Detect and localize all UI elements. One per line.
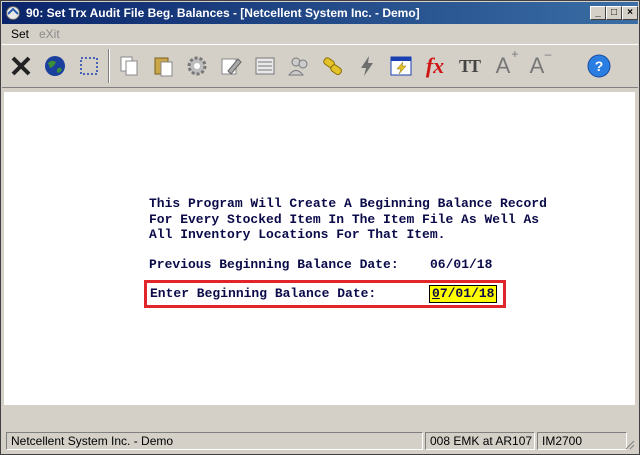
function-fx-button[interactable]: fx [420,49,450,83]
font-increase-icon: A + [495,47,519,78]
edit-button[interactable] [216,49,246,83]
application-window: 90: Set Trx Audit File Beg. Balances - [… [0,0,640,455]
program-content-area: This Program Will Create A Beginning Bal… [4,92,635,405]
font-decrease-button[interactable]: A – [522,47,552,83]
svg-text:?: ? [595,58,604,74]
copy-button[interactable] [114,49,144,83]
notepad-lightning-button[interactable] [386,49,416,83]
link-button[interactable] [318,49,348,83]
link-icon [323,57,342,76]
copy-icon [120,56,138,76]
list-icon [255,57,275,75]
font-decrease-icon: A – [529,47,552,78]
users-icon [287,57,308,76]
function-fx-icon: fx [425,53,445,78]
paste-button[interactable] [148,49,178,83]
globe-icon [45,56,65,76]
lightning-icon [361,56,373,76]
users-button[interactable] [284,49,314,83]
beginning-balance-date-input[interactable]: 07/01/18 [429,285,497,303]
app-icon [6,6,20,20]
previous-date-label: Previous Beginning Balance Date: [149,257,399,272]
enter-date-label: Enter Beginning Balance Date: [150,286,377,301]
title-bar[interactable]: 90: Set Trx Audit File Beg. Balances - [… [2,2,638,24]
lightning-button[interactable] [352,49,382,83]
toolbar-separator [108,49,110,83]
input-cursor-char: 0 [432,286,440,301]
font-increase-button[interactable]: A + [488,47,519,83]
maximize-button[interactable]: □ [606,6,622,20]
menu-set[interactable]: Set [11,27,29,41]
close-x-button[interactable] [6,49,36,83]
paste-icon [154,57,173,77]
settings-button[interactable] [182,49,212,83]
previous-date-value: 06/01/18 [430,257,493,272]
list-button[interactable] [250,49,280,83]
settings-gear-icon [187,56,207,76]
close-x-icon [11,56,31,76]
help-icon: ? [587,54,611,78]
status-user: 008 EMK at AR107 [425,432,535,450]
description-line-1: This Program Will Create A Beginning Bal… [149,196,547,211]
select-frame-icon [80,57,98,75]
font-size-tt-button[interactable]: TT [454,49,484,83]
description-line-2: For Every Stocked Item In The Item File … [149,212,540,227]
menu-exit[interactable]: eXit [39,27,60,41]
status-program: IM2700 [537,432,627,450]
minimize-button[interactable]: _ [590,6,606,20]
help-button[interactable]: ? [584,49,614,83]
resize-grip-icon[interactable] [623,438,635,450]
select-frame-button[interactable] [74,49,104,83]
edit-icon [221,58,242,75]
input-value-rest: 7/01/18 [439,286,495,301]
close-button[interactable]: × [622,6,638,20]
notepad-lightning-icon [390,56,412,76]
font-size-tt-icon: TT [458,55,481,76]
window-title: 90: Set Trx Audit File Beg. Balances - [… [26,6,420,20]
globe-button[interactable] [40,49,70,83]
status-company: Netcellent System Inc. - Demo [6,432,423,450]
toolbar: fx TT A + A – ? [2,44,638,88]
description-line-3: All Inventory Locations For That Item. [149,227,446,242]
menu-bar: Set eXit [2,25,638,43]
